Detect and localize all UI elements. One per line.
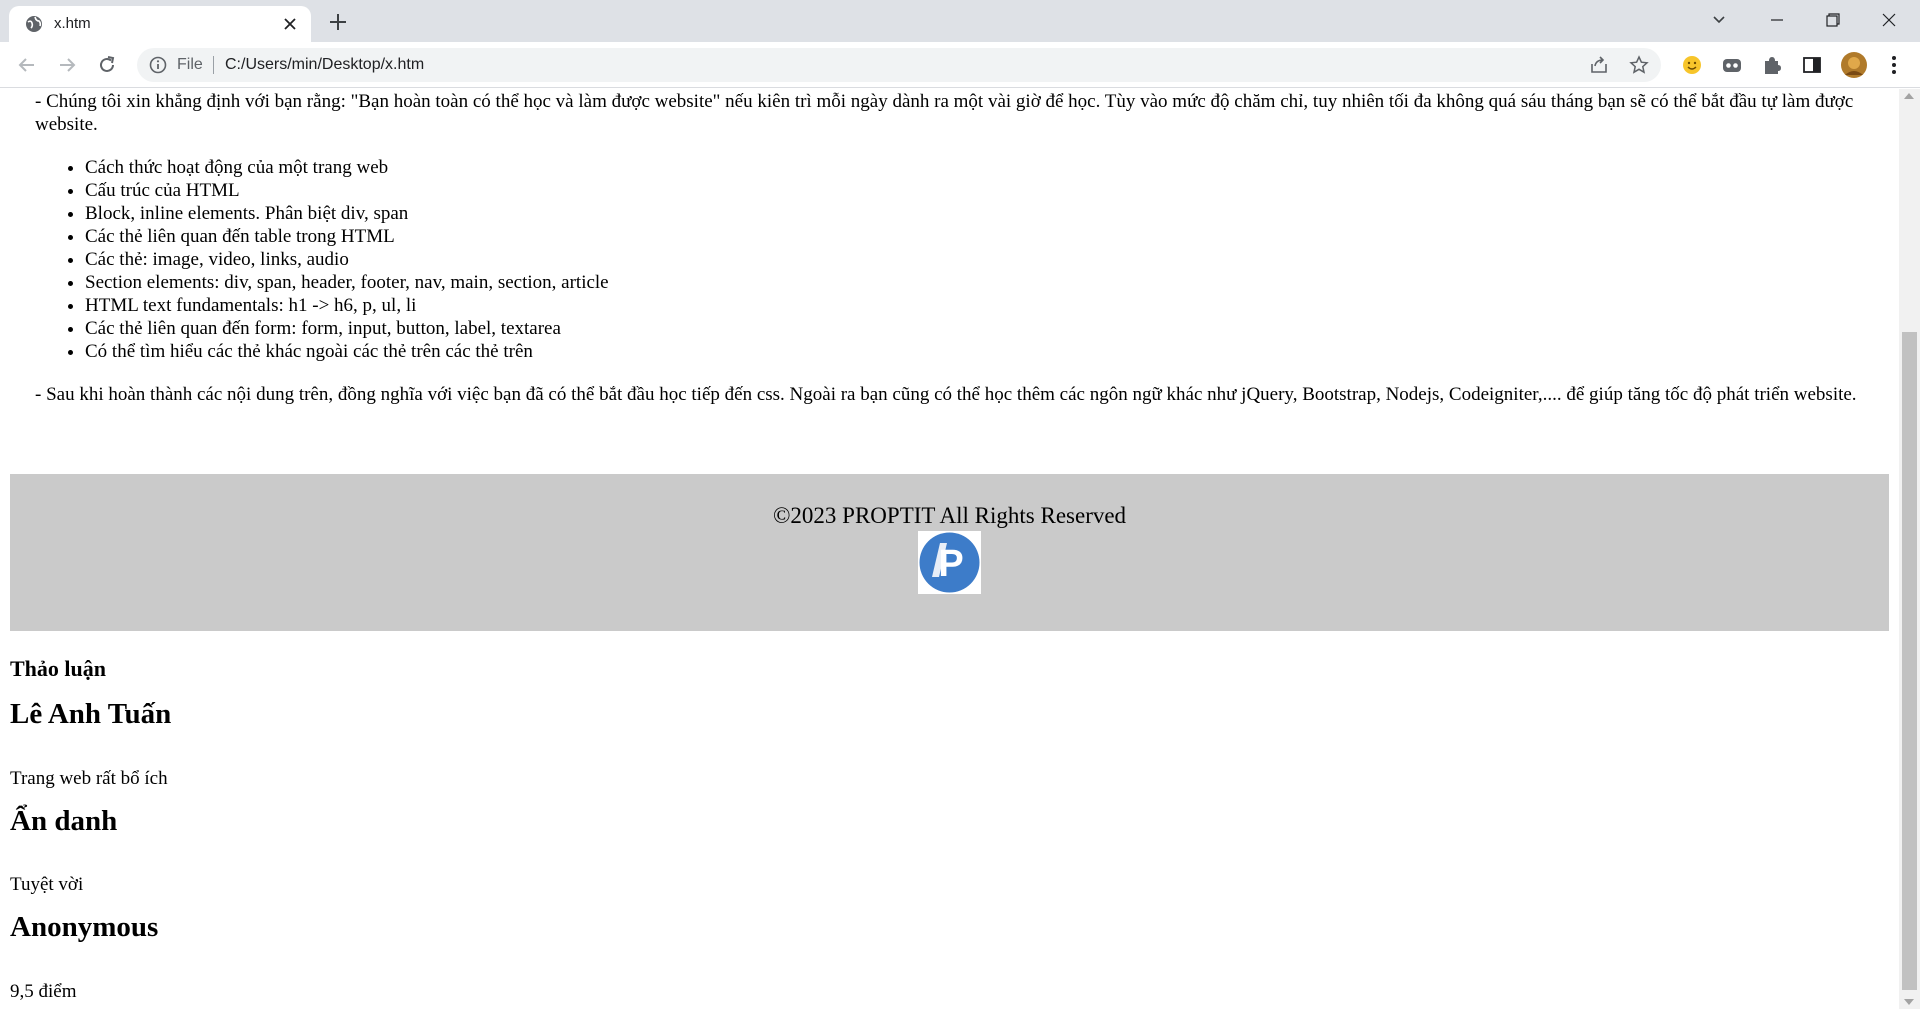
reload-icon [100, 56, 115, 72]
list-item: HTML text fundamentals: h1 -> h6, p, ul,… [85, 294, 609, 317]
arrow-right-icon [60, 58, 76, 72]
list-item: Các thẻ liên quan đến table trong HTML [85, 225, 609, 248]
scroll-down-arrow-icon[interactable] [1904, 999, 1914, 1005]
copyright-text: ©2023 PROPTIT All Rights Reserved [772, 503, 1127, 528]
comment-text: 9,5 điểm [10, 981, 77, 1002]
list-item: Các thẻ liên quan đến form: form, input,… [85, 317, 609, 340]
restore-button[interactable] [1810, 0, 1856, 40]
tab-strip: x.htm [0, 0, 1920, 42]
list-item: Có thể tìm hiểu các thẻ khác ngoài các t… [85, 340, 609, 363]
back-button[interactable] [14, 52, 40, 78]
intro-paragraph: - Chúng tôi xin khẳng định với bạn rằng:… [35, 91, 1854, 135]
share-icon[interactable] [1589, 55, 1609, 75]
more-options-icon[interactable] [1882, 53, 1906, 77]
comment-text: Tuyệt vời [10, 874, 84, 895]
topic-list: Cách thức hoạt động của một trang web Cấ… [85, 156, 609, 363]
globe-icon [26, 16, 42, 32]
chevron-down-icon [1713, 16, 1725, 24]
page-footer: ©2023 PROPTIT All Rights Reserved P [10, 474, 1889, 631]
browser-toolbar: File C:/Users/min/Desktop/x.htm [0, 42, 1920, 88]
arrow-left-icon [18, 58, 34, 72]
tab-title: x.htm [54, 15, 91, 32]
scrollbar-thumb[interactable] [1902, 332, 1917, 990]
list-item: Section elements: div, span, header, foo… [85, 271, 609, 294]
url-scheme-label: File [177, 56, 203, 73]
proptit-logo: P [918, 531, 981, 594]
minimize-icon [1771, 19, 1783, 21]
address-bar[interactable]: File C:/Users/min/Desktop/x.htm [137, 48, 1661, 82]
comment-author: Anonymous [10, 911, 159, 943]
comment-text: Trang web rất bổ ích [10, 768, 168, 789]
discussion-heading: Thảo luận [10, 656, 106, 681]
new-tab-icon[interactable] [326, 10, 350, 34]
reload-button[interactable] [94, 52, 120, 78]
comment-author: Lê Anh Tuấn [10, 698, 172, 730]
comment-author: Ẩn danh [10, 805, 118, 837]
vertical-scrollbar[interactable] [1899, 89, 1920, 1009]
tab-active[interactable]: x.htm [9, 6, 311, 42]
list-item: Cách thức hoạt động của một trang web [85, 156, 609, 179]
url-separator [213, 56, 214, 74]
tab-search-button[interactable] [1696, 0, 1742, 40]
scroll-up-arrow-icon[interactable] [1904, 93, 1914, 99]
side-panel-icon[interactable] [1800, 53, 1824, 77]
info-icon[interactable] [149, 56, 167, 74]
close-window-button[interactable] [1866, 0, 1912, 40]
star-icon[interactable] [1629, 55, 1649, 75]
url-text[interactable]: C:/Users/min/Desktop/x.htm [225, 56, 424, 74]
puzzle-icon[interactable] [1760, 53, 1784, 77]
list-item: Block, inline elements. Phân biệt div, s… [85, 202, 609, 225]
closing-paragraph: - Sau khi hoàn thành các nội dung trên, … [35, 384, 1857, 405]
page-viewport: - Chúng tôi xin khẳng định với bạn rằng:… [0, 89, 1899, 1009]
close-icon [1882, 13, 1896, 27]
logo-letter: P [938, 543, 963, 585]
list-item: Cấu trúc của HTML [85, 179, 609, 202]
close-tab-icon[interactable] [281, 15, 299, 33]
emoji-extension-icon[interactable] [1680, 53, 1704, 77]
extension-icon[interactable] [1720, 53, 1744, 77]
restore-icon [1826, 13, 1840, 27]
list-item: Các thẻ: image, video, links, audio [85, 248, 609, 271]
profile-avatar[interactable] [1840, 51, 1868, 79]
minimize-button[interactable] [1754, 0, 1800, 40]
forward-button[interactable] [54, 52, 80, 78]
